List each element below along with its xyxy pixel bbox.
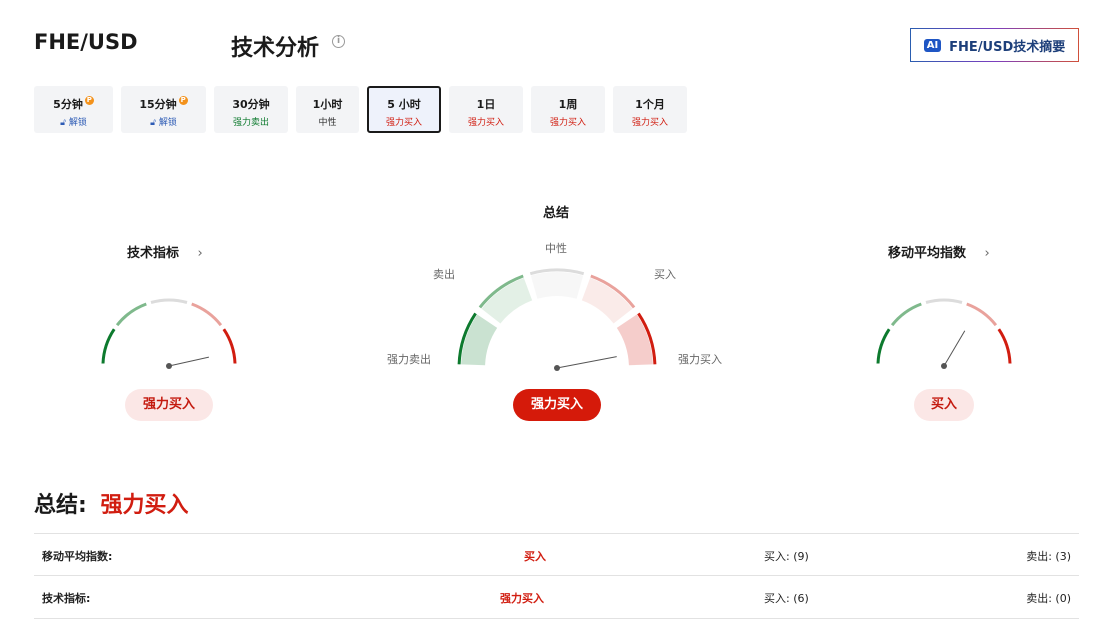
tab-label: 1小时 bbox=[312, 98, 343, 111]
moving-avg-title-text: 移动平均指数 bbox=[888, 246, 967, 261]
pair-title: FHE/USD bbox=[34, 30, 138, 54]
gauge-segment-sell bbox=[890, 302, 922, 327]
tab-5m[interactable]: 5分钟 P 🔓︎ 解锁 bbox=[34, 86, 113, 133]
tab-label: 15分钟 bbox=[139, 98, 177, 111]
gauge-segment-buy bbox=[191, 302, 223, 327]
tab-sub: 解锁 bbox=[158, 118, 177, 128]
technical-gauge bbox=[101, 298, 237, 369]
tab-label: 30分钟 bbox=[232, 98, 270, 111]
tab-label: 1日 bbox=[476, 98, 496, 111]
gauge-needle bbox=[168, 356, 210, 367]
tab-sub: 强力卖出 bbox=[232, 118, 269, 128]
tab-5h[interactable]: 5 小时 强力买入 bbox=[367, 86, 441, 133]
tab-label: 1周 bbox=[558, 98, 578, 111]
page-title: 技术分析 bbox=[231, 36, 320, 61]
gauge-band-strong-sell bbox=[461, 314, 498, 366]
table-row: 移动平均指数: 买入 买入: (9) 卖出: (3) bbox=[34, 533, 1079, 576]
summary-value: 强力买入 bbox=[100, 493, 189, 518]
gauge-needle-pivot bbox=[554, 365, 560, 371]
row-name: 技术指标: bbox=[42, 592, 91, 605]
label-neutral: 中性 bbox=[545, 242, 567, 255]
ai-summary-button[interactable]: AI FHE/USD技术摘要 bbox=[910, 28, 1079, 62]
gauge-needle-pivot bbox=[941, 363, 947, 369]
tab-15m[interactable]: 15分钟 P 🔓︎ 解锁 bbox=[121, 86, 206, 133]
info-circle-icon[interactable]: i bbox=[332, 35, 345, 48]
gauge-band-sell bbox=[481, 277, 533, 324]
tab-sub: 强力买入 bbox=[549, 118, 586, 128]
row-sell: 卖出: (0) bbox=[1026, 592, 1071, 605]
pro-icon: P bbox=[84, 96, 94, 105]
tab-label: 5分钟 bbox=[53, 98, 83, 111]
gauge-segment-strong-sell bbox=[101, 328, 116, 364]
summary-label: 总结: bbox=[34, 493, 87, 518]
pro-icon: P bbox=[178, 96, 188, 105]
table-row: 技术指标: 强力买入 买入: (6) 卖出: (0) bbox=[34, 575, 1079, 619]
gauge-segment-strong-buy bbox=[222, 328, 237, 364]
tab-1mo[interactable]: 1个月 强力买入 bbox=[613, 86, 687, 133]
row-buy: 买入: (9) bbox=[764, 550, 809, 563]
label-strong-buy: 强力买入 bbox=[678, 353, 722, 366]
tab-sub: 解锁 bbox=[68, 118, 87, 128]
gauge-needle bbox=[556, 356, 617, 369]
row-name: 移动平均指数: bbox=[42, 550, 113, 563]
tab-sub: 强力买入 bbox=[385, 118, 422, 128]
gauge-band-neutral bbox=[530, 272, 584, 299]
tab-sub: 强力买入 bbox=[467, 118, 504, 128]
ai-summary-label: FHE/USD技术摘要 bbox=[949, 39, 1066, 55]
gauge-segment-neutral bbox=[150, 298, 188, 304]
moving-avg-result-badge: 买入 bbox=[914, 389, 974, 421]
gauge-segment-sell bbox=[115, 302, 147, 327]
gauge-segment-strong-sell bbox=[876, 328, 891, 364]
tab-sub: 强力买入 bbox=[631, 118, 668, 128]
gauge-needle bbox=[943, 330, 966, 367]
summary-gauge bbox=[457, 268, 657, 371]
row-action: 买入 bbox=[524, 550, 546, 563]
gauge-segment-neutral bbox=[925, 298, 963, 304]
row-action: 强力买入 bbox=[500, 592, 544, 605]
gauge-needle-pivot bbox=[166, 363, 172, 369]
gauge-segment-strong-buy bbox=[997, 328, 1012, 364]
label-strong-sell: 强力卖出 bbox=[387, 353, 431, 366]
tab-1w[interactable]: 1周 强力买入 bbox=[531, 86, 605, 133]
gauge-band-strong-buy bbox=[616, 314, 653, 366]
chevron-right-icon: › bbox=[984, 246, 990, 261]
technical-gauge-title[interactable]: 技术指标 › bbox=[127, 242, 203, 261]
moving-avg-gauge bbox=[876, 298, 1012, 369]
tab-label: 1个月 bbox=[635, 98, 665, 111]
tab-30m[interactable]: 30分钟 强力卖出 bbox=[214, 86, 288, 133]
lock-icon: 🔓︎ bbox=[150, 118, 156, 128]
lock-icon: 🔓︎ bbox=[60, 118, 66, 128]
summary-heading: 总结: 强力买入 bbox=[34, 487, 189, 519]
gauge-segment-buy bbox=[966, 302, 998, 327]
chevron-right-icon: › bbox=[197, 246, 203, 261]
tab-sub: 中性 bbox=[318, 118, 337, 128]
moving-avg-gauge-title[interactable]: 移动平均指数 › bbox=[888, 242, 990, 261]
tab-1d[interactable]: 1日 强力买入 bbox=[449, 86, 523, 133]
tab-1h[interactable]: 1小时 中性 bbox=[296, 86, 359, 133]
ai-icon: AI bbox=[923, 38, 942, 52]
row-buy: 买入: (6) bbox=[764, 592, 809, 605]
technical-result-badge: 强力买入 bbox=[125, 389, 213, 421]
technical-title-text: 技术指标 bbox=[127, 246, 180, 261]
gauge-band-buy bbox=[581, 277, 633, 324]
tab-label: 5 小时 bbox=[387, 98, 421, 111]
summary-result-badge: 强力买入 bbox=[513, 389, 601, 421]
summary-gauge-title: 总结 bbox=[543, 206, 570, 221]
row-sell: 卖出: (3) bbox=[1026, 550, 1071, 563]
